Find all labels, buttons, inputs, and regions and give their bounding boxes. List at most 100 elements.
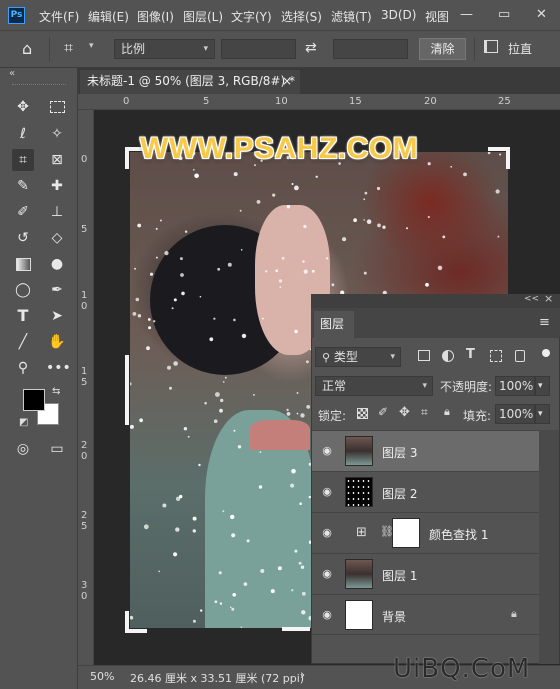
filter-type-icon[interactable]: T: [466, 347, 475, 362]
layer-name[interactable]: 颜色查找 1: [429, 526, 488, 543]
panel-menu-icon[interactable]: ≡: [539, 315, 550, 330]
lock-position-icon[interactable]: ✥: [399, 405, 410, 420]
menu-3d[interactable]: 3D(D): [381, 8, 416, 22]
lock-transparency-icon[interactable]: [357, 408, 368, 419]
home-icon[interactable]: ⌂: [22, 39, 32, 58]
filter-smart-object-icon[interactable]: [515, 350, 525, 362]
eye-icon[interactable]: ◉: [320, 608, 334, 622]
blur-tool-icon[interactable]: ●: [46, 253, 68, 275]
lasso-tool-icon[interactable]: ℓ: [12, 123, 34, 145]
minimize-button[interactable]: —: [460, 7, 473, 22]
close-panel-icon[interactable]: ×: [544, 292, 553, 305]
layer-row-layer-1[interactable]: ◉ 图层 1: [312, 553, 539, 594]
crop-handle-bottom-left[interactable]: [125, 611, 147, 633]
opacity-dropdown[interactable]: ▾: [535, 376, 550, 396]
dodge-tool-icon[interactable]: ◯: [12, 279, 34, 301]
close-icon[interactable]: ×: [282, 70, 292, 92]
menu-layer[interactable]: 图层(L): [183, 8, 223, 25]
crop-tool-icon[interactable]: ⌗: [64, 38, 73, 58]
collapse-panel-icon[interactable]: <<: [524, 294, 539, 304]
chevron-down-icon[interactable]: ▾: [89, 41, 94, 51]
straighten-label[interactable]: 拉直: [508, 40, 532, 57]
brush-tool-icon[interactable]: ✐: [12, 201, 34, 223]
document-tab[interactable]: 未标题-1 @ 50% (图层 3, RGB/8#) * ×: [80, 70, 300, 94]
marquee-tool-icon[interactable]: [46, 96, 68, 118]
menu-view[interactable]: 视图: [425, 8, 449, 25]
ratio-select[interactable]: 比例 ▾: [114, 39, 215, 59]
layers-scrollbar[interactable]: [539, 430, 559, 664]
menu-file[interactable]: 文件(F): [39, 8, 79, 25]
clear-button[interactable]: 清除: [419, 38, 466, 60]
layer-name[interactable]: 图层 3: [382, 444, 417, 461]
fill-input[interactable]: 100%: [495, 404, 535, 424]
layer-name[interactable]: 图层 1: [382, 567, 417, 584]
pen-tool-icon[interactable]: ✒: [46, 279, 68, 301]
height-input[interactable]: [333, 39, 408, 59]
more-tools-icon[interactable]: •••: [46, 357, 71, 379]
eye-icon[interactable]: ◉: [320, 485, 334, 499]
fill-dropdown[interactable]: ▾: [535, 404, 550, 424]
crop-tool-icon[interactable]: ⌗: [12, 149, 34, 171]
lock-pixels-icon[interactable]: ✐: [378, 405, 388, 419]
crop-handle-top-right[interactable]: [488, 147, 510, 169]
layer-row-layer-2[interactable]: ◉ 图层 2: [312, 471, 539, 512]
opacity-input[interactable]: 100%: [495, 376, 535, 396]
crop-handle-left[interactable]: [125, 355, 129, 425]
type-tool-icon[interactable]: T: [12, 305, 34, 327]
eye-icon[interactable]: ◉: [320, 567, 334, 581]
status-arrow-icon[interactable]: ›: [300, 668, 305, 683]
layer-mask-thumbnail[interactable]: [392, 518, 420, 548]
stamp-tool-icon[interactable]: ⊥: [46, 201, 68, 223]
close-button[interactable]: ✕: [536, 7, 547, 22]
foreground-color-swatch[interactable]: [23, 389, 45, 411]
blend-mode-select[interactable]: 正常 ▾: [315, 376, 433, 396]
history-brush-tool-icon[interactable]: ↺: [12, 227, 34, 249]
swap-icon[interactable]: ⇄: [305, 40, 317, 56]
straighten-icon[interactable]: [484, 40, 498, 53]
default-colors-icon[interactable]: ◩: [19, 417, 28, 428]
menu-select[interactable]: 选择(S): [281, 8, 322, 25]
eraser-tool-icon[interactable]: ◇: [46, 227, 68, 249]
layer-row-color-lookup[interactable]: ◉ ⊞ ⛓ 颜色查找 1: [312, 512, 539, 553]
snowflake: [427, 162, 431, 166]
magic-wand-tool-icon[interactable]: ✧: [46, 123, 68, 145]
ruler-tick: 1 5: [81, 366, 88, 388]
swap-colors-icon[interactable]: ⇆: [52, 386, 60, 397]
crop-handle-bottom[interactable]: [282, 627, 310, 631]
gradient-tool-icon[interactable]: [12, 253, 34, 275]
tab-layers[interactable]: 图层: [314, 311, 354, 338]
lock-all-icon[interactable]: 🔒︎: [444, 405, 450, 419]
filter-shape-icon[interactable]: [490, 350, 502, 362]
layer-name[interactable]: 图层 2: [382, 485, 417, 502]
healing-brush-tool-icon[interactable]: ✚: [46, 175, 68, 197]
menu-edit[interactable]: 编辑(E): [88, 8, 129, 25]
collapse-toolbar-icon[interactable]: «: [9, 68, 15, 79]
layer-name[interactable]: 背景: [382, 608, 406, 625]
layer-row-background[interactable]: ◉ 背景 🔒︎: [312, 594, 539, 635]
filter-kind-value: 类型: [333, 350, 358, 364]
menu-type[interactable]: 文字(Y): [231, 8, 272, 25]
menu-filter[interactable]: 滤镜(T): [331, 8, 372, 25]
filter-kind-select[interactable]: ⚲ 类型 ▾: [315, 347, 401, 367]
quick-mask-icon[interactable]: ◎: [12, 438, 34, 460]
width-input[interactable]: [221, 39, 296, 59]
snowflake: [299, 502, 302, 506]
restore-button[interactable]: ▭: [498, 7, 510, 22]
filter-pixel-icon[interactable]: [418, 350, 430, 361]
menu-image[interactable]: 图像(I): [137, 8, 174, 25]
zoom-tool-icon[interactable]: ⚲: [12, 357, 34, 379]
lock-artboard-icon[interactable]: ⌗: [421, 405, 428, 420]
eyedropper-tool-icon[interactable]: ✎: [12, 175, 34, 197]
path-selection-tool-icon[interactable]: ➤: [46, 305, 68, 327]
eye-icon[interactable]: ◉: [320, 444, 334, 458]
line-tool-icon[interactable]: ╱: [12, 331, 34, 353]
filter-toggle-icon[interactable]: [542, 349, 550, 357]
move-tool-icon[interactable]: ✥: [12, 96, 34, 118]
frame-tool-icon[interactable]: ⊠: [46, 149, 68, 171]
eye-icon[interactable]: ◉: [320, 526, 334, 540]
filter-adjustment-icon[interactable]: [442, 350, 454, 362]
screen-mode-icon[interactable]: ▭: [46, 438, 68, 460]
layer-row-layer-3[interactable]: ◉ 图层 3: [312, 430, 539, 471]
zoom-level[interactable]: 50%: [90, 670, 114, 683]
hand-tool-icon[interactable]: ✋: [46, 331, 68, 353]
